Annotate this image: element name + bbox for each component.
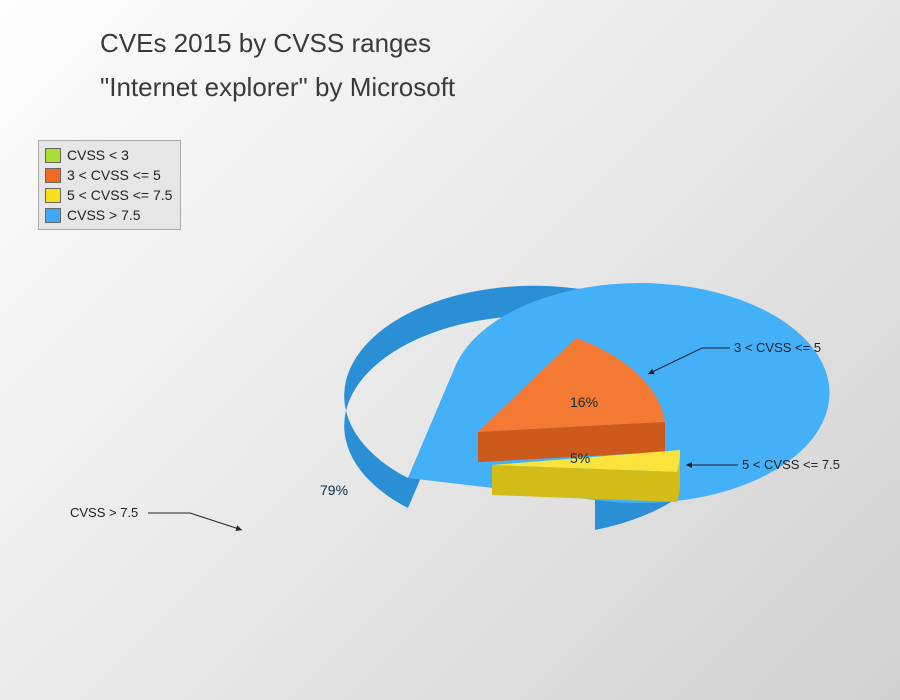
callout-yellow: 5 < CVSS <= 7.5	[742, 457, 840, 472]
callout-orange: 3 < CVSS <= 5	[734, 340, 821, 355]
pct-label-orange: 16%	[570, 394, 598, 410]
pct-label-yellow: 5%	[570, 450, 590, 466]
pct-label-blue: 79%	[320, 482, 348, 498]
callout-line	[148, 513, 242, 530]
callout-blue: CVSS > 7.5	[70, 505, 138, 520]
chart-container: CVEs 2015 by CVSS ranges "Internet explo…	[0, 0, 900, 700]
